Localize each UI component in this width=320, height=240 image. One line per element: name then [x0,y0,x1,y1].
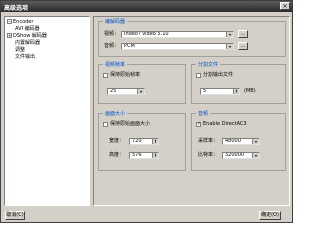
collapse-icon[interactable]: − [7,19,12,24]
tree-item-encoder[interactable]: − Encoder [7,19,33,25]
split-size-stepper[interactable]: 5 ▴ ▾ [200,88,240,95]
keep-framerate-label: 保持原始帧率 [110,72,141,78]
audio-label: 音频： [104,43,120,49]
codec-group-title: 编解码器 [103,18,128,25]
split-output-checkbox[interactable] [196,73,201,78]
chevron-down-icon[interactable]: ▾ [226,32,233,37]
audio-codec-select[interactable]: PCM ▾ [121,43,234,50]
framerate-group-title: 视频帧率 [103,61,128,68]
video-config-button[interactable]: … [238,30,248,38]
width-stepper[interactable]: 720 ▴ ▾ [129,138,159,145]
tree-item-adjust[interactable]: 调整 [15,47,25,53]
chevron-down-icon[interactable]: ▾ [252,153,259,158]
video-label: 视频： [104,31,120,37]
cancel-button[interactable]: 取消(C) [5,211,25,220]
keep-framerate-checkbox[interactable] [103,73,108,78]
spin-arrows-icon[interactable]: ▴ ▾ [152,153,158,158]
title-bar: 高级选项 × [1,1,292,12]
close-button[interactable]: × [280,2,290,10]
settings-tree[interactable]: − Encoder AVI 编码器 + DShow 解码器 内置解码器 调整 文件输… [4,16,90,206]
width-label: 宽度： [109,138,125,144]
split-output-label: 分割输出文件 [203,72,234,78]
audio-group-title: 音频 [196,110,211,117]
ok-button[interactable]: 确定(O) [259,211,281,220]
picture-size-group: 画面大小 保持原始画面大小 宽度： 720 ▴ ▾ 高度： 576 ▴ ▾ [98,110,186,171]
bitrate-select[interactable]: 320000 ▾ [222,152,260,159]
chevron-down-icon[interactable]: ▾ [137,89,144,94]
samplerate-select[interactable]: 48000 ▾ [222,138,260,145]
keep-size-label: 保持原始画面大小 [110,121,151,127]
audio-config-button[interactable]: … [238,42,248,50]
picture-size-group-title: 画面大小 [103,110,128,117]
spin-arrows-icon[interactable]: ▴ ▾ [233,89,239,94]
chevron-down-icon[interactable]: ▾ [252,139,259,144]
directac3-label: Enable DirectAC3 [203,121,247,127]
split-file-group: 分割文件 分割输出文件 5 ▴ ▾ (MB) [191,61,286,104]
framerate-select[interactable]: 25 ▾ [107,88,145,95]
height-label: 高度： [109,152,125,158]
tree-item-builtin-decoder[interactable]: 内置解码器 [15,40,40,46]
tree-item-avi-encoder[interactable]: AVI 编码器 [15,26,40,32]
split-file-group-title: 分割文件 [196,61,221,68]
advanced-options-dialog: 高级选项 × − Encoder AVI 编码器 + DShow 解码器 内置解码器… [0,0,293,223]
split-unit-label: (MB) [244,88,256,94]
expand-icon[interactable]: + [7,33,12,38]
samplerate-label: 采样率： [198,138,219,144]
framerate-group: 视频帧率 保持原始帧率 25 ▾ [98,61,186,104]
height-stepper[interactable]: 576 ▴ ▾ [129,152,159,159]
spin-arrows-icon[interactable]: ▴ ▾ [152,139,158,144]
settings-panel: 编解码器 视频： Indeo? video 5.10 ▾ … 音频： PCM ▾… [93,16,290,206]
tree-item-file-output[interactable]: 文件输出 [15,54,35,60]
tree-item-dshow-decoder[interactable]: + DShow 解码器 [7,33,47,39]
bitrate-label: 比特率： [198,152,219,158]
audio-group: 音频 ✓ Enable DirectAC3 采样率： 48000 ▾ 比特率： … [191,110,286,171]
window-title: 高级选项 [4,5,29,12]
chevron-down-icon[interactable]: ▾ [226,44,233,49]
keep-size-checkbox[interactable] [103,122,108,127]
directac3-checkbox[interactable]: ✓ [196,122,201,127]
codec-group: 编解码器 视频： Indeo? video 5.10 ▾ … 音频： PCM ▾… [98,18,286,57]
video-codec-select[interactable]: Indeo? video 5.10 ▾ [121,31,234,38]
